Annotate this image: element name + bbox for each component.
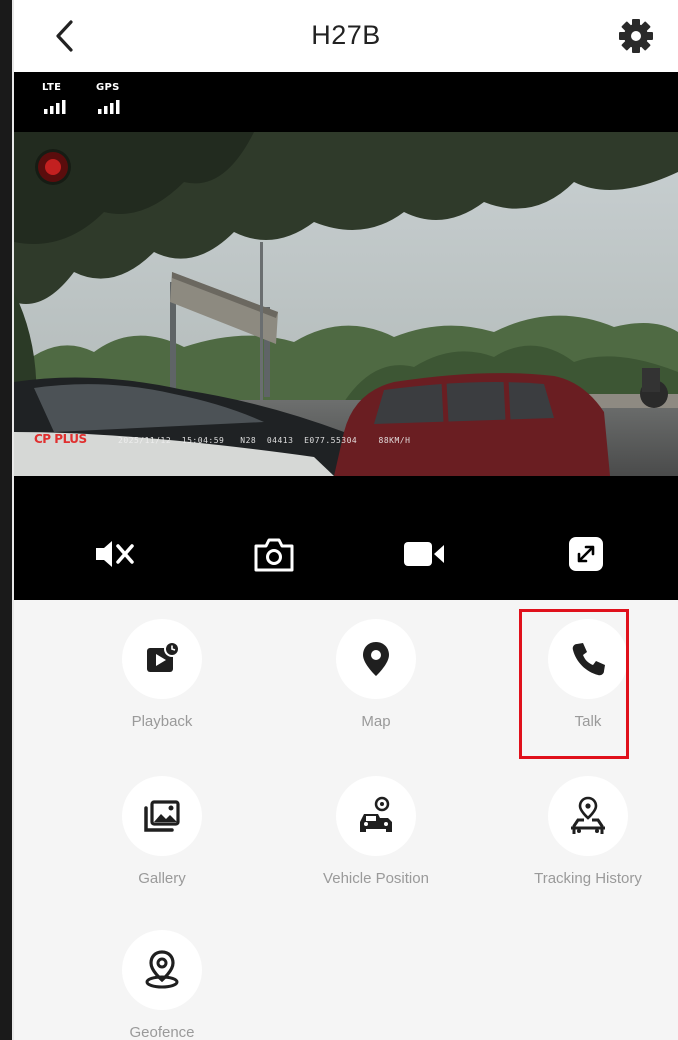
camera-icon — [254, 538, 294, 572]
fullscreen-button[interactable] — [564, 534, 608, 574]
feature-icon-circle — [336, 619, 416, 699]
feature-gallery[interactable]: Gallery — [82, 776, 242, 906]
geofence-icon — [145, 950, 179, 989]
map-pin-icon — [363, 642, 389, 676]
fullscreen-icon — [569, 537, 603, 571]
gallery-icon — [144, 800, 180, 832]
app-screen: H27B LTE GPS CP PLUS 2025/11/12 15:04:59… — [14, 0, 678, 1040]
snapshot-button[interactable] — [252, 534, 296, 574]
feature-map[interactable]: Map — [296, 619, 456, 749]
feature-playback[interactable]: Playback — [82, 619, 242, 749]
playback-icon — [147, 641, 180, 672]
feature-label: Tracking History — [534, 870, 642, 887]
feature-label: Geofence — [129, 1024, 195, 1040]
vehicle-position-icon — [360, 796, 392, 832]
video-frame — [14, 132, 678, 476]
signal-bars-icon — [44, 100, 66, 114]
record-button[interactable] — [402, 534, 446, 574]
mute-icon — [96, 541, 134, 567]
gps-signal: GPS — [96, 82, 136, 116]
feature-icon-circle — [122, 930, 202, 1010]
signal-label: LTE — [42, 82, 62, 93]
video-record-icon — [404, 542, 444, 566]
live-video-feed[interactable]: CP PLUS 2025/11/12 15:04:59 N28 04413 E0… — [14, 132, 678, 476]
device-status-bar: LTE GPS — [14, 72, 678, 132]
feature-geofence[interactable]: Geofence — [82, 930, 242, 1040]
feature-icon-circle — [122, 776, 202, 856]
signal-bars-icon — [98, 100, 120, 114]
video-controls — [14, 476, 678, 600]
talk-highlight-box — [519, 609, 629, 759]
settings-button[interactable] — [616, 16, 656, 56]
signal-label: GPS — [96, 82, 120, 93]
mute-button[interactable] — [94, 534, 138, 574]
video-brand-overlay: CP PLUS — [34, 432, 87, 446]
tracking-history-icon — [571, 796, 605, 834]
feature-label: Playback — [131, 713, 193, 730]
feature-icon-circle — [336, 776, 416, 856]
page-title: H27B — [311, 20, 381, 50]
rec-dot-icon — [38, 152, 68, 182]
gear-icon — [619, 19, 653, 53]
video-timestamp-overlay: 2025/11/12 15:04:59 N28 04413 E077.55304… — [118, 436, 411, 445]
left-edge — [0, 0, 14, 1040]
feature-label: Map — [361, 713, 391, 730]
feature-label: Vehicle Position — [323, 870, 429, 887]
feature-icon-circle — [548, 776, 628, 856]
lte-signal: LTE — [42, 82, 82, 116]
feature-icon-circle — [122, 619, 202, 699]
top-bar: H27B — [14, 0, 678, 72]
feature-label: Gallery — [138, 870, 186, 887]
feature-tracking-history[interactable]: Tracking History — [508, 776, 668, 906]
feature-vehicle-position[interactable]: Vehicle Position — [296, 776, 456, 906]
